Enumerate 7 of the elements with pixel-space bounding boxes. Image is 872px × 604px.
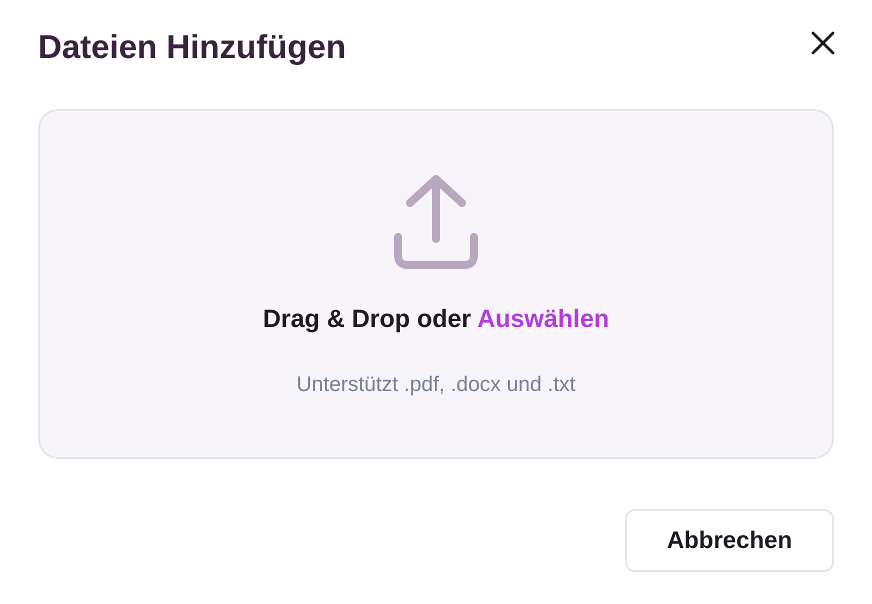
supported-formats-text: Unterstützt .pdf, .docx und .txt [296, 372, 576, 398]
drop-zone[interactable]: Drag & Drop oder Auswählen Unterstützt .pdf, .docx und .txt [38, 109, 834, 460]
drop-prompt: Drag & Drop oder Auswählen [262, 304, 610, 336]
cancel-button[interactable]: Abbrechen [625, 509, 834, 572]
dialog-title: Dateien Hinzufügen [38, 27, 346, 67]
select-files-link[interactable]: Auswählen [477, 305, 610, 334]
upload-icon [392, 173, 480, 272]
